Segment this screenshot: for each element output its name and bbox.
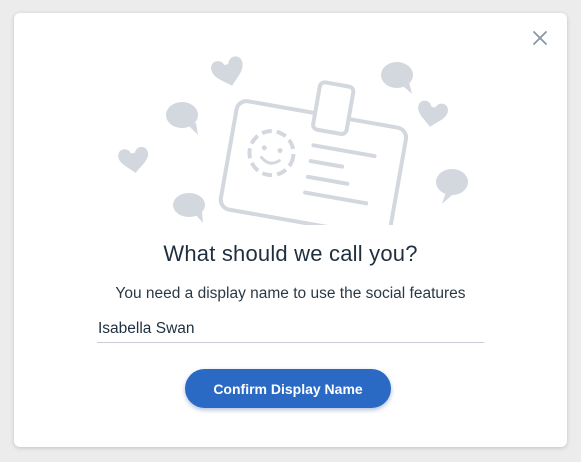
heart-icon <box>418 100 448 127</box>
confirm-display-name-button[interactable]: Confirm Display Name <box>185 369 391 408</box>
heart-icon <box>211 56 243 86</box>
display-name-dialog: What should we call you? You need a disp… <box>14 13 567 447</box>
chat-bubble-icon <box>173 193 205 223</box>
dialog-subtitle: You need a display name to use the socia… <box>115 285 466 302</box>
id-card-illustration <box>118 56 468 225</box>
close-button[interactable] <box>531 29 549 47</box>
chat-bubble-icon <box>436 169 468 204</box>
close-icon <box>533 31 547 45</box>
chat-bubble-icon <box>166 102 198 135</box>
chat-bubble-icon <box>381 62 413 94</box>
id-card <box>218 80 409 225</box>
heart-icon <box>118 146 149 173</box>
display-name-input[interactable] <box>97 316 484 343</box>
dialog-title: What should we call you? <box>163 241 418 266</box>
